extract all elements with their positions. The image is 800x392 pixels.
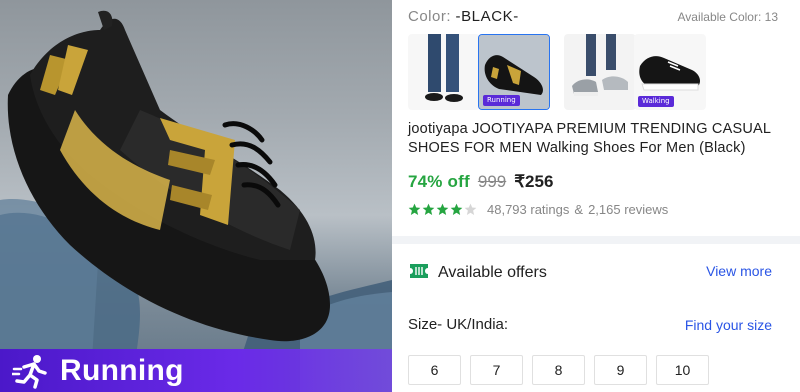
activity-tag-label: Running — [60, 353, 184, 387]
section-divider — [392, 236, 800, 244]
offer-tag-icon — [410, 264, 428, 278]
running-person-icon — [10, 353, 50, 389]
original-price: 999 — [477, 172, 507, 191]
thumb-black-gold[interactable]: Running — [478, 34, 550, 110]
available-colors-count: Available Color: 13 — [677, 10, 778, 24]
color-selector-header: Color: -BLACK- Available Color: 13 — [408, 8, 784, 28]
product-main-image[interactable]: Running — [0, 0, 392, 392]
size-option-6[interactable]: 6 — [408, 355, 461, 385]
size-option-8[interactable]: 8 — [532, 355, 585, 385]
thumb-grey-pair-image — [564, 34, 636, 110]
color-thumbnails: Running Walking — [408, 34, 788, 110]
size-header: Size- UK/India: Find your size — [408, 316, 788, 338]
size-label: Size- UK/India: — [408, 316, 509, 333]
size-option-10[interactable]: 10 — [656, 355, 709, 385]
thumb-badge-walking: Walking — [638, 96, 674, 107]
star-filled-icon — [408, 203, 421, 215]
thumb-grey-pair[interactable] — [564, 34, 636, 110]
ratings-separator: & — [574, 201, 584, 217]
price-row: 74% off 999 ₹256 — [408, 172, 553, 194]
product-details-panel: Color: -BLACK- Available Color: 13 Runni… — [392, 0, 800, 392]
thumb-badge-running: Running — [483, 95, 520, 106]
offers-label: Available offers — [438, 264, 547, 281]
activity-tag: Running — [0, 349, 392, 392]
color-value: -BLACK- — [455, 8, 519, 25]
size-option-7[interactable]: 7 — [470, 355, 523, 385]
discount-percent: 74% off — [408, 172, 470, 191]
size-option-9[interactable]: 9 — [594, 355, 647, 385]
star-rating — [408, 203, 477, 216]
rating-summary[interactable]: 48,793 ratings & 2,165 reviews — [408, 200, 668, 218]
product-title: jootiyapa JOOTIYAPA PREMIUM TRENDING CAS… — [408, 121, 771, 156]
reviews-count: 2,165 reviews — [588, 201, 669, 217]
find-your-size-link[interactable]: Find your size — [685, 317, 772, 333]
sale-price: ₹256 — [514, 172, 554, 191]
thumb-model-legs-image — [408, 34, 480, 110]
star-filled-icon — [436, 203, 449, 215]
offers-section[interactable]: Available offers View more — [408, 258, 788, 292]
view-more-offers-link[interactable]: View more — [706, 263, 772, 279]
ratings-count: 48,793 ratings — [487, 201, 570, 217]
star-filled-icon — [422, 203, 435, 215]
star-empty-icon — [464, 203, 477, 215]
thumb-model-legs[interactable] — [408, 34, 480, 110]
thumb-white-sole[interactable]: Walking — [634, 34, 706, 110]
star-filled-icon — [450, 203, 463, 215]
shoe-illustration — [0, 10, 392, 392]
color-label: Color: — [408, 8, 452, 25]
size-options: 6 7 8 9 10 — [408, 355, 709, 385]
